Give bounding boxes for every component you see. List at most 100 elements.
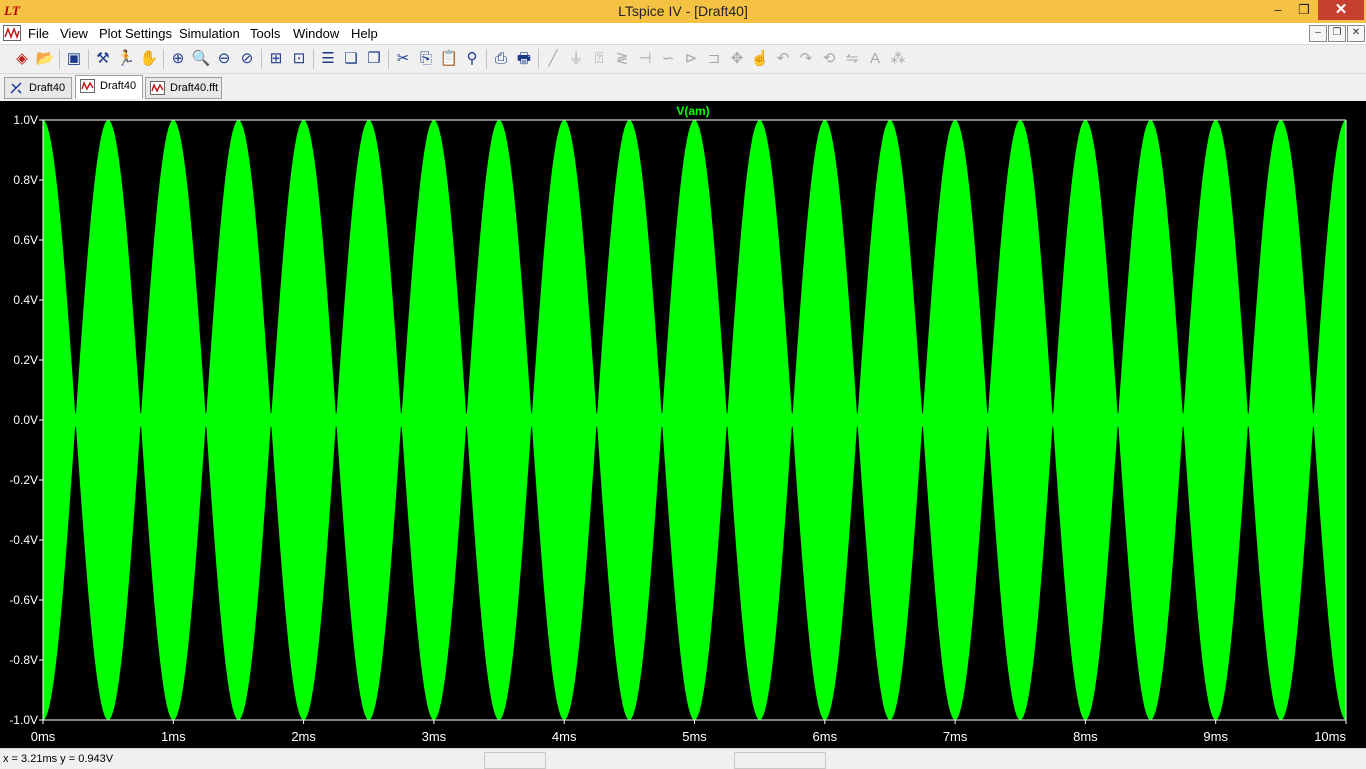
- trace-label-v-am[interactable]: V(am): [676, 104, 709, 118]
- toolbar-separator: [313, 49, 314, 69]
- title-bar: LT LTspice IV - [Draft40] – ❐ ✕: [0, 0, 1366, 23]
- tile-vertical-icon[interactable]: ❐: [364, 49, 384, 69]
- menu-tools[interactable]: Tools: [250, 26, 280, 41]
- tab-fft-draft40[interactable]: Draft40.fft: [145, 77, 222, 99]
- menu-plot-settings[interactable]: Plot Settings: [99, 26, 172, 41]
- mdi-close-button[interactable]: ✕: [1347, 25, 1365, 42]
- zoom-cancel-icon[interactable]: ⊘: [237, 49, 257, 69]
- menu-window[interactable]: Window: [293, 26, 339, 41]
- toolbar-separator: [486, 49, 487, 69]
- menu-help[interactable]: Help: [351, 26, 378, 41]
- tab-label: Draft40: [100, 80, 137, 92]
- inductor-icon[interactable]: ∽: [658, 49, 678, 69]
- x-tick-label: 7ms: [943, 729, 968, 744]
- window-title: LTspice IV - [Draft40]: [618, 3, 748, 19]
- autorange-icon[interactable]: ⊞: [266, 49, 286, 69]
- menu-file[interactable]: File: [28, 26, 49, 41]
- label-net-icon[interactable]: ⍰: [589, 49, 609, 69]
- rotate-icon[interactable]: ⟲: [819, 49, 839, 69]
- control-panel-icon[interactable]: ⚒: [93, 49, 113, 69]
- zoom-fit-icon[interactable]: ⊡: [289, 49, 309, 69]
- copy-icon[interactable]: ⎘: [416, 49, 436, 69]
- x-tick-label: 5ms: [682, 729, 707, 744]
- tab-label: Draft40.fft: [170, 82, 219, 94]
- menu-view[interactable]: View: [60, 26, 88, 41]
- wire-icon[interactable]: ╱: [543, 49, 563, 69]
- toolbar-separator: [88, 49, 89, 69]
- y-tick-label: -0.4V: [9, 533, 38, 547]
- open-icon[interactable]: 📂: [35, 49, 55, 69]
- close-button[interactable]: ✕: [1318, 0, 1364, 20]
- toolbar-separator: [388, 49, 389, 69]
- print-preview-icon[interactable]: ⎙: [491, 49, 511, 69]
- mdi-minimize-button[interactable]: –: [1309, 25, 1327, 42]
- menu-bar: File View Plot Settings Simulation Tools…: [0, 23, 1366, 45]
- waveform-icon: [80, 79, 95, 93]
- y-tick-label: 0.6V: [13, 233, 38, 247]
- document-tabs: Draft40 Draft40 Draft40.fft: [0, 74, 1366, 101]
- menu-simulation[interactable]: Simulation: [179, 26, 240, 41]
- status-panel: [484, 752, 546, 769]
- paste-icon[interactable]: 📋: [439, 49, 459, 69]
- toolbar: ◈ 📂 ▣ ⚒ 🏃 ✋ ⊕ 🔍 ⊖ ⊘ ⊞ ⊡ ☰ ❏ ❐ ✂ ⎘ 📋 ⚲ ⎙ 🖶 ╱ ⏚ ⍰ ≷ ⊣ ∽ ⊳ ⊐ ✥ ☝ ↶ ↷ ⟲ ⇋ A ⁂: [0, 45, 1366, 74]
- diode-icon[interactable]: ⊳: [681, 49, 701, 69]
- zoom-area-icon[interactable]: ⊕: [168, 49, 188, 69]
- x-tick-label: 4ms: [552, 729, 577, 744]
- waveform-document-icon[interactable]: [3, 25, 21, 41]
- cascade-icon[interactable]: ❏: [341, 49, 361, 69]
- am-waveform-trace[interactable]: [43, 120, 1346, 720]
- y-tick-label: 0.4V: [13, 293, 38, 307]
- new-schematic-icon[interactable]: ◈: [12, 49, 32, 69]
- x-tick-label: 8ms: [1073, 729, 1098, 744]
- ground-icon[interactable]: ⏚: [566, 49, 586, 69]
- mirror-icon[interactable]: ⇋: [842, 49, 862, 69]
- save-icon[interactable]: ▣: [64, 49, 84, 69]
- run-icon[interactable]: 🏃: [116, 49, 136, 69]
- schematic-icon: [10, 82, 22, 94]
- maximize-button[interactable]: ❐: [1290, 0, 1318, 20]
- fft-waveform-icon: [150, 81, 165, 95]
- x-tick-label: 9ms: [1203, 729, 1228, 744]
- tab-schematic-draft40[interactable]: Draft40: [4, 77, 72, 99]
- toolbar-separator: [59, 49, 60, 69]
- print-icon[interactable]: 🖶: [514, 49, 534, 69]
- tab-waveform-draft40[interactable]: Draft40: [75, 75, 143, 99]
- minimize-button[interactable]: –: [1263, 0, 1293, 20]
- resistor-icon[interactable]: ≷: [612, 49, 632, 69]
- y-tick-label: -0.2V: [9, 473, 38, 487]
- toolbar-separator: [163, 49, 164, 69]
- redo-icon[interactable]: ↷: [796, 49, 816, 69]
- cursor-readout: x = 3.21ms y = 0.943V: [3, 753, 114, 765]
- zoom-out-icon[interactable]: ⊖: [214, 49, 234, 69]
- status-panel: [734, 752, 826, 769]
- text-icon[interactable]: A: [865, 49, 885, 69]
- y-tick-label: 0.2V: [13, 353, 38, 367]
- component-icon[interactable]: ⊐: [704, 49, 724, 69]
- halt-icon[interactable]: ✋: [139, 49, 159, 69]
- undo-icon[interactable]: ↶: [773, 49, 793, 69]
- cut-icon[interactable]: ✂: [393, 49, 413, 69]
- y-tick-label: -0.8V: [9, 653, 38, 667]
- capacitor-icon[interactable]: ⊣: [635, 49, 655, 69]
- tile-horizontal-icon[interactable]: ☰: [318, 49, 338, 69]
- y-tick-label: 0.0V: [13, 413, 38, 427]
- zoom-in-icon[interactable]: 🔍: [191, 49, 211, 69]
- move-icon[interactable]: ✥: [727, 49, 747, 69]
- x-tick-label: 0ms: [31, 729, 56, 744]
- waveform-plot[interactable]: 1.0V 0.8V 0.6V 0.4V 0.2V 0.0V -0.2V -0.4V -0.6V -…: [0, 101, 1366, 748]
- mdi-restore-button[interactable]: ❐: [1328, 25, 1346, 42]
- y-tick-label: 1.0V: [13, 113, 38, 127]
- toolbar-separator: [538, 49, 539, 69]
- toolbar-separator: [261, 49, 262, 69]
- x-tick-label: 2ms: [291, 729, 316, 744]
- x-tick-label: 6ms: [813, 729, 838, 744]
- y-tick-label: -1.0V: [9, 713, 38, 727]
- y-tick-label: 0.8V: [13, 173, 38, 187]
- tab-label: Draft40: [29, 82, 66, 94]
- y-tick-label: -0.6V: [9, 593, 38, 607]
- spice-directive-icon[interactable]: ⁂: [888, 49, 908, 69]
- x-tick-label: 10ms: [1314, 729, 1346, 744]
- drag-icon[interactable]: ☝: [750, 49, 770, 69]
- x-tick-label: 3ms: [422, 729, 447, 744]
- find-icon[interactable]: ⚲: [462, 49, 482, 69]
